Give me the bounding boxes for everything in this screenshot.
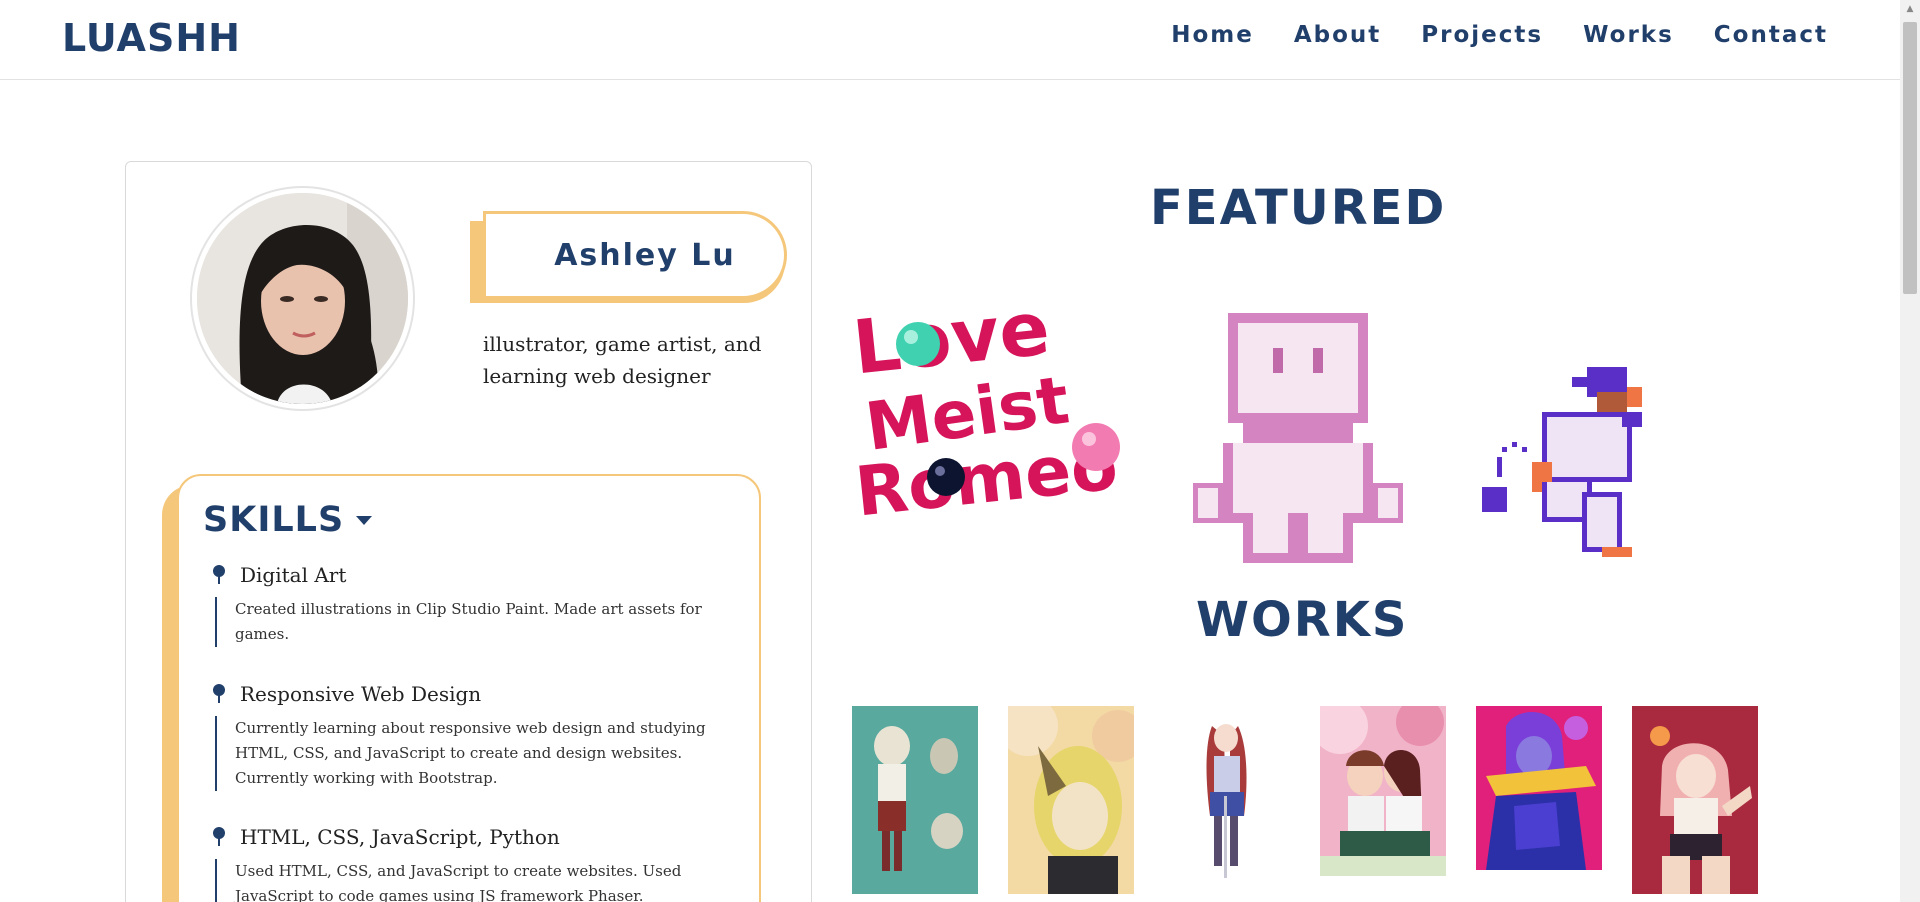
nav-link-about[interactable]: About	[1294, 22, 1381, 48]
featured-pixel-character-runner[interactable]	[1482, 362, 1682, 562]
skill-item: Digital Art Created illustrations in Cli…	[212, 563, 732, 647]
works-thumbnail[interactable]	[852, 706, 978, 894]
nav-links: Home About Projects Works Contact	[1171, 22, 1828, 48]
skill-description: Used HTML, CSS, and JavaScript to create…	[215, 859, 732, 902]
skill-title: HTML, CSS, JavaScript, Python	[240, 825, 560, 849]
nav-link-projects[interactable]: Projects	[1421, 22, 1543, 48]
works-thumbnail[interactable]	[1320, 706, 1446, 876]
skill-description: Created illustrations in Clip Studio Pai…	[215, 597, 732, 647]
works-title: WORKS	[1196, 592, 1409, 648]
pin-icon	[212, 827, 226, 847]
works-thumbnail[interactable]	[1476, 706, 1602, 870]
nav-link-contact[interactable]: Contact	[1714, 22, 1828, 48]
skill-description: Currently learning about responsive web …	[215, 716, 732, 791]
featured-title: FEATURED	[1150, 180, 1447, 236]
works-thumbnail[interactable]	[1008, 706, 1134, 894]
skill-item: HTML, CSS, JavaScript, Python Used HTML,…	[212, 825, 732, 902]
scrollbar-thumb[interactable]	[1903, 22, 1917, 294]
avatar	[190, 186, 415, 411]
page-scrollbar[interactable]: ▲	[1900, 0, 1920, 902]
works-thumbnail[interactable]	[1632, 706, 1758, 894]
name-box: Ashley Lu	[483, 211, 787, 299]
skills-title: SKILLS	[203, 500, 345, 540]
nav-link-works[interactable]: Works	[1583, 22, 1674, 48]
navbar: LUASHH Home About Projects Works Contact	[0, 0, 1900, 80]
profile-tagline: illustrator, game artist, and learning w…	[483, 332, 762, 388]
profile-name: Ashley Lu	[554, 237, 736, 273]
skill-title: Digital Art	[240, 563, 347, 587]
pin-icon	[212, 684, 226, 704]
skills-toggle[interactable]: SKILLS	[203, 500, 373, 540]
caret-down-icon	[356, 515, 373, 525]
skill-item: Responsive Web Design Currently learning…	[212, 682, 732, 791]
scroll-up-arrow-icon[interactable]: ▲	[1900, 0, 1920, 18]
avatar-photo	[197, 193, 408, 404]
featured-pixel-character-pink[interactable]	[1193, 312, 1403, 564]
featured-love-meist-romeo-logo[interactable]: Love Meist Romeo	[849, 285, 1125, 532]
nav-link-home[interactable]: Home	[1171, 22, 1254, 48]
works-thumbnail[interactable]	[1164, 706, 1290, 894]
brand-logo[interactable]: LUASHH	[62, 16, 241, 60]
skill-title: Responsive Web Design	[240, 682, 482, 706]
pin-icon	[212, 565, 226, 585]
